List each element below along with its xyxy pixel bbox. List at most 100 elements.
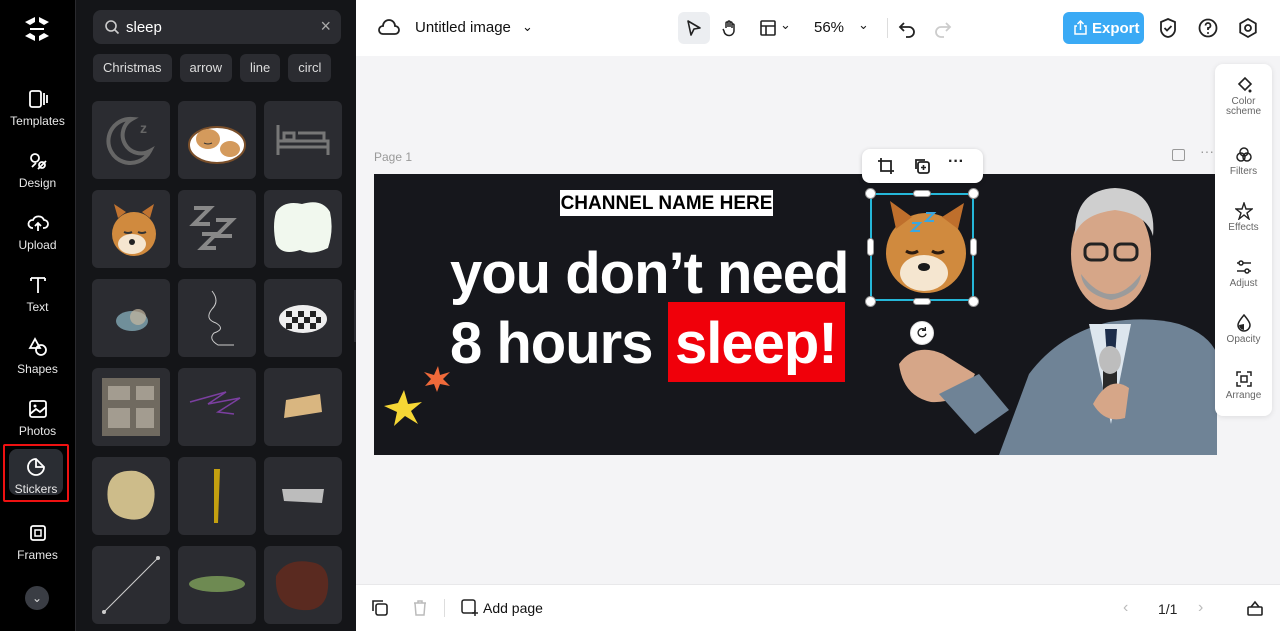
adjust-label: Adjust	[1229, 278, 1258, 289]
sidebar-item-label: Text	[26, 300, 49, 314]
stickers-icon	[27, 458, 45, 476]
select-tool-button[interactable]	[678, 12, 710, 44]
layers-icon[interactable]	[371, 599, 389, 617]
sidebar-item-photos[interactable]: Photos	[0, 390, 75, 448]
sticker-sleeping-cat[interactable]	[178, 101, 256, 179]
clear-search-icon[interactable]: ×	[320, 17, 331, 35]
sidebar-item-label: Upload	[18, 238, 57, 252]
chip-christmas[interactable]: Christmas	[93, 54, 172, 82]
sidebar-item-frames[interactable]: Frames	[0, 514, 75, 572]
resize-handle-top[interactable]	[913, 190, 931, 197]
chevron-down-icon[interactable]: ⌄	[522, 19, 533, 35]
design-page[interactable]: CHANNEL NAME HERE you don’t need 8 hours…	[374, 174, 1217, 455]
sticker-dotted-line[interactable]	[92, 546, 170, 624]
trash-icon[interactable]	[411, 599, 429, 617]
shield-icon[interactable]	[1157, 17, 1179, 39]
previous-page-icon[interactable]: ‹	[1123, 599, 1128, 617]
hand-tool-button[interactable]	[714, 12, 746, 44]
color-scheme-button[interactable]: Color scheme	[1215, 76, 1272, 117]
pointer-icon	[687, 20, 701, 36]
headline-highlight-text[interactable]: sleep!	[675, 310, 838, 377]
upload-icon	[27, 215, 49, 231]
capcut-logo[interactable]	[22, 14, 52, 44]
document-title[interactable]: Untitled image	[415, 19, 511, 36]
hand-icon	[722, 20, 735, 37]
arrange-button[interactable]: Arrange	[1215, 370, 1272, 401]
sticker-checker-cloud[interactable]	[264, 279, 342, 357]
chevron-down-icon[interactable]: ⌄	[25, 586, 49, 610]
chip-circle[interactable]: circl	[288, 54, 332, 82]
left-rail: Templates Design Upload Text Shapes Phot…	[0, 0, 75, 631]
effects-button[interactable]: Effects	[1215, 202, 1272, 233]
sticker-beige-blob[interactable]	[92, 457, 170, 535]
sidebar-item-stickers[interactable]: Stickers	[3, 444, 69, 502]
add-page-button[interactable]: Add page	[461, 599, 543, 616]
sticker-white-blob[interactable]	[264, 190, 342, 268]
sticker-green-disc[interactable]	[178, 546, 256, 624]
headline-line-2[interactable]: 8 hours	[450, 310, 653, 377]
rotate-handle[interactable]	[910, 321, 934, 345]
adjust-button[interactable]: Adjust	[1215, 258, 1272, 289]
chip-line[interactable]: line	[240, 54, 281, 82]
sticker-purple-scribble[interactable]	[178, 368, 256, 446]
zoom-level[interactable]: 56%	[814, 19, 844, 36]
toolbar-divider	[887, 18, 888, 38]
help-icon[interactable]	[1197, 17, 1219, 39]
sidebar-item-text[interactable]: Text	[0, 266, 75, 324]
sticker-sleeping-shiba[interactable]	[92, 190, 170, 268]
sidebar-item-label: Templates	[10, 114, 65, 128]
more-options-icon[interactable]: ···	[1200, 143, 1214, 159]
cloud-save-icon[interactable]	[378, 18, 400, 38]
suggestion-chips: Christmas arrow line circl	[93, 54, 341, 82]
sticker-tape-strip[interactable]	[264, 368, 342, 446]
sticker-yellow-stroke[interactable]	[178, 457, 256, 535]
sticker-bed[interactable]	[264, 101, 342, 179]
selection-toolbar: ···	[862, 149, 983, 183]
resize-handle-bl[interactable]	[865, 296, 876, 307]
sticker-blurred-shape[interactable]	[92, 279, 170, 357]
filters-button[interactable]: Filters	[1215, 146, 1272, 177]
chip-arrow[interactable]: arrow	[179, 54, 233, 82]
resize-handle-left[interactable]	[867, 238, 874, 256]
next-page-icon[interactable]: ›	[1198, 599, 1203, 617]
channel-name-text[interactable]: CHANNEL NAME HERE	[560, 190, 773, 216]
redo-icon[interactable]	[932, 17, 954, 39]
resize-handle-tl[interactable]	[865, 188, 876, 199]
search-input[interactable]	[126, 10, 306, 44]
crop-icon[interactable]	[877, 157, 895, 175]
top-bar: Untitled image ⌄ ⌄ 56% ⌄ Export	[356, 0, 1280, 56]
undo-icon[interactable]	[896, 17, 918, 39]
resize-handle-br[interactable]	[968, 296, 979, 307]
sticker-brown-blob[interactable]	[264, 546, 342, 624]
settings-icon[interactable]	[1237, 17, 1259, 39]
layout-menu-button[interactable]: ⌄	[752, 12, 794, 44]
resize-handle-tr[interactable]	[968, 188, 979, 199]
add-page-label: Add page	[483, 600, 543, 616]
sidebar-item-shapes[interactable]: Shapes	[0, 328, 75, 386]
filters-label: Filters	[1229, 166, 1258, 177]
sidebar-item-upload[interactable]: Upload	[0, 204, 75, 262]
chevron-down-icon[interactable]: ⌄	[858, 17, 869, 33]
sticker-zzz[interactable]	[178, 190, 256, 268]
page-label: Page 1	[374, 150, 413, 164]
shapes-icon	[27, 337, 47, 356]
opacity-button[interactable]: Opacity	[1215, 314, 1272, 345]
sidebar-item-templates[interactable]: Templates	[0, 80, 75, 138]
selected-sticker[interactable]	[870, 193, 974, 301]
duplicate-page-icon[interactable]	[1172, 149, 1185, 161]
duplicate-icon[interactable]	[913, 157, 931, 175]
sticker-squiggle-line[interactable]	[178, 279, 256, 357]
sticker-window-frame[interactable]	[92, 368, 170, 446]
toolbar-divider	[444, 599, 445, 617]
more-options-icon[interactable]: ···	[948, 153, 964, 171]
export-button[interactable]: Export	[1063, 12, 1144, 44]
sticker-grey-tape[interactable]	[264, 457, 342, 535]
resize-handle-bottom[interactable]	[913, 298, 931, 305]
resize-handle-right[interactable]	[970, 238, 977, 256]
headline-line-1[interactable]: you don’t need	[450, 240, 849, 307]
sidebar-item-design[interactable]: Design	[0, 142, 75, 200]
page-manager-icon[interactable]	[1246, 599, 1264, 617]
page-actions: ···	[1172, 143, 1216, 165]
sticker-moon-zz[interactable]: z	[92, 101, 170, 179]
star-burst-sticker[interactable]	[380, 360, 460, 435]
